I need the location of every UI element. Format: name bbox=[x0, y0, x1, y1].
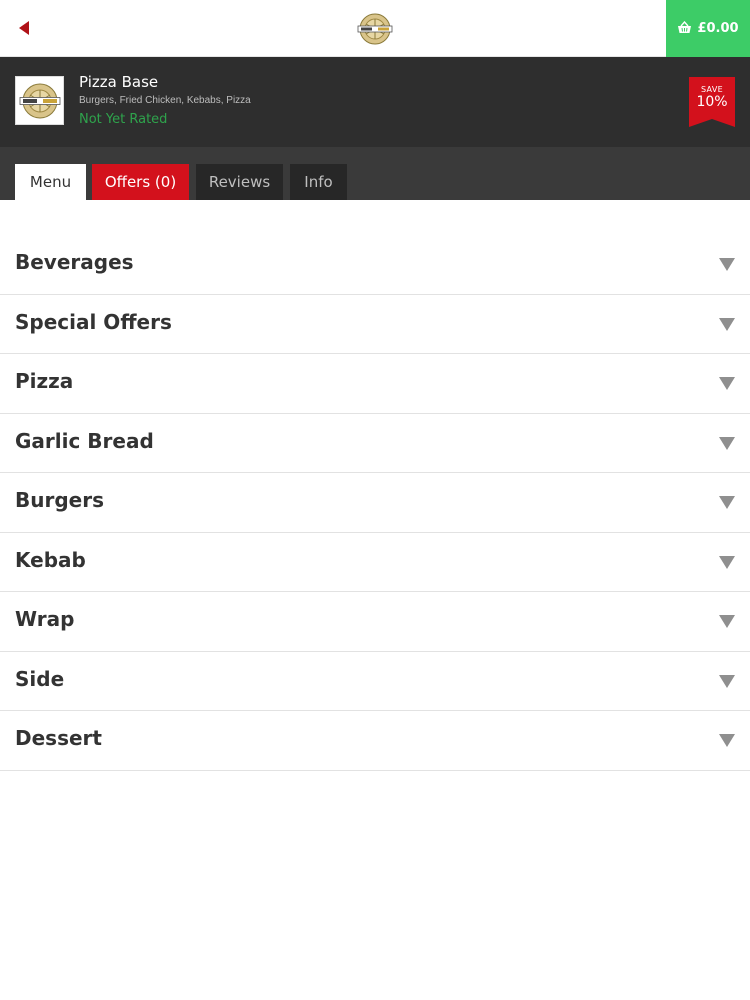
tab-info[interactable]: Info bbox=[290, 164, 347, 200]
chevron-down-icon bbox=[719, 377, 735, 390]
basket-amount: £0.00 bbox=[697, 21, 739, 36]
category-name: Dessert bbox=[15, 726, 102, 750]
tab-offers[interactable]: Offers (0) bbox=[92, 164, 189, 200]
category-row[interactable]: Wrap bbox=[0, 592, 750, 652]
save-label: SAVE bbox=[701, 85, 723, 94]
category-name: Pizza bbox=[15, 369, 74, 393]
category-name: Burgers bbox=[15, 488, 104, 512]
back-arrow-icon bbox=[17, 20, 31, 36]
category-row[interactable]: Garlic Bread bbox=[0, 414, 750, 473]
category-name: Kebab bbox=[15, 547, 86, 572]
chevron-down-icon bbox=[719, 496, 735, 509]
restaurant-cuisine: Burgers, Fried Chicken, Kebabs, Pizza bbox=[79, 95, 251, 106]
category-row[interactable]: Burgers bbox=[0, 473, 750, 533]
category-name: Garlic Bread bbox=[15, 428, 154, 453]
chevron-down-icon bbox=[719, 436, 735, 450]
basket-button[interactable]: £0.00 bbox=[666, 0, 750, 57]
restaurant-rating: Not Yet Rated bbox=[79, 112, 168, 127]
category-row[interactable]: Pizza bbox=[0, 354, 750, 414]
restaurant-header: Pizza Base Burgers, Fried Chicken, Kebab… bbox=[0, 57, 750, 147]
restaurant-logo bbox=[15, 76, 64, 125]
chevron-down-icon bbox=[719, 615, 735, 628]
restaurant-name: Pizza Base bbox=[79, 73, 159, 91]
chevron-down-icon bbox=[719, 555, 735, 569]
tab-menu[interactable]: Menu bbox=[15, 164, 86, 200]
pizza-base-logo bbox=[355, 12, 395, 46]
category-row[interactable]: Special Offers bbox=[0, 295, 750, 354]
chevron-down-icon bbox=[719, 734, 735, 747]
category-row[interactable]: Dessert bbox=[0, 711, 750, 771]
back-button[interactable] bbox=[10, 14, 38, 42]
category-name: Side bbox=[15, 666, 65, 691]
category-name: Special Offers bbox=[15, 309, 172, 334]
tab-reviews[interactable]: Reviews bbox=[196, 164, 283, 200]
category-row[interactable]: Kebab bbox=[0, 533, 750, 592]
category-row[interactable]: Beverages bbox=[0, 235, 750, 295]
category-name: Beverages bbox=[15, 250, 134, 274]
category-row[interactable]: Side bbox=[0, 652, 750, 711]
save-badge: SAVE 10% bbox=[689, 77, 735, 127]
chevron-down-icon bbox=[719, 258, 735, 271]
save-value: 10% bbox=[696, 94, 728, 110]
chevron-down-icon bbox=[719, 317, 735, 331]
category-name: Wrap bbox=[15, 607, 75, 631]
top-bar: £0.00 bbox=[0, 0, 750, 57]
menu-category-list: Beverages Special Offers Pizza Garlic Br… bbox=[0, 235, 750, 771]
chevron-down-icon bbox=[719, 674, 735, 688]
tab-bar: Menu Offers (0) Reviews Info bbox=[0, 147, 750, 200]
basket-icon bbox=[677, 19, 692, 38]
